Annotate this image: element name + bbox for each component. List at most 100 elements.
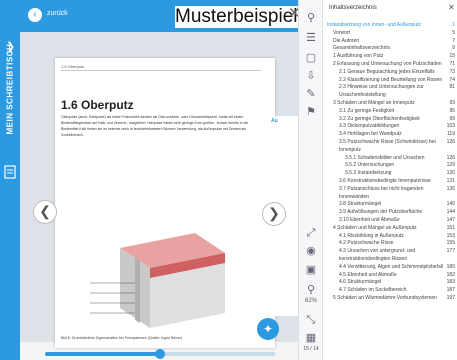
back-label[interactable]: zurück [47, 10, 68, 17]
toc-item[interactable]: 4.6 Strukturmängel 183 [323, 279, 457, 287]
toc-item-page: 119 [447, 131, 455, 138]
toc-item[interactable]: Innenwänden [323, 194, 457, 202]
toc-item[interactable]: 4 Schäden und Mängel an Außenputz 151 [323, 225, 457, 233]
sidebar-label[interactable]: MEIN SCHREIBTISCH [6, 44, 15, 135]
toc-item-page: 140 [446, 201, 455, 208]
toc-item[interactable]: Innenputz [323, 147, 457, 155]
section-body: Oberputze (auch: Edelputze) als letzte P… [61, 115, 249, 137]
toc-item-page: 129 [446, 162, 455, 169]
toc-item-page: 147 [446, 216, 455, 223]
toc-item[interactable]: 2.3 Hinweise und Untersuchungen zur 81 [323, 84, 457, 92]
toc-item[interactable]: 3.4 Hohllagen bei Wandputz 119 [323, 131, 457, 139]
back-button[interactable]: ‹ [28, 8, 42, 22]
toc-item[interactable]: Ursachenfeststellung [323, 92, 457, 100]
toc-item[interactable]: 3.2 Zu geringe Oberflächenfestigkeit 99 [323, 116, 457, 124]
fit-width-icon[interactable]: ⤡ [303, 312, 319, 328]
page-slider-knob[interactable] [155, 349, 165, 359]
toc-item-page: 81 [449, 84, 455, 91]
toc-item[interactable]: 4.1 Rissbildung in Außenputz 153 [323, 233, 457, 241]
fit-page-icon[interactable]: ▣ [303, 262, 319, 278]
toc-item-page: 187 [446, 287, 455, 294]
toc-item-label: 3.9 Aufwölbungen der Putzoberfläche [339, 209, 423, 216]
toc-item[interactable]: 3.6 Konstruktionsbedingte Innenputzrisse… [323, 178, 457, 186]
toc-item-page: 99 [449, 115, 455, 122]
toc-item[interactable]: 3.7 Putzanschluss bei nicht tragenden 136 [323, 186, 457, 194]
toc-item[interactable]: 2.2 Klassifizierung und Beurteilung von … [323, 77, 457, 85]
toc-item-page: 126 [446, 154, 455, 161]
toc-item[interactable]: 4.5 Ebenheit und Abmaße 182 [323, 272, 457, 280]
toc-item-page: 7 [452, 37, 455, 44]
toc-item[interactable]: Die Autoren 7 [323, 38, 457, 46]
toc-item-label: 4.3 Ursachen von untergrund- und [339, 248, 416, 255]
toc-item[interactable]: Vorwort 5 [323, 30, 457, 38]
search-icon[interactable]: ⚲ [303, 10, 319, 26]
toc-item-page: 71 [449, 60, 455, 67]
page-slider[interactable] [45, 349, 275, 359]
notes-icon[interactable]: ▢ [303, 50, 319, 66]
page-counter: 15 / 14 [303, 346, 319, 352]
toc-item-label: 3.5 Putzschwache Risse (Schwindrisse) be… [339, 138, 436, 145]
toc-item-page: 151 [446, 224, 455, 231]
toc-item[interactable]: 4.3 Ursachen von untergrund- und 177 [323, 248, 457, 256]
toc-item-label: 3.4 Hohllagen bei Wandputz [339, 131, 402, 138]
expand-fab-button[interactable]: ✦ [257, 318, 279, 340]
toc-item-page: 197 [446, 294, 455, 301]
sidebar: ❯ MEIN SCHREIBTISCH [0, 0, 20, 360]
toc-item[interactable]: 5 Schäden an Wärmedämm-Verbundsystemen 19… [323, 295, 457, 303]
bookmark-icon[interactable]: ⚑ [303, 104, 319, 120]
toc-item[interactable]: konstruktionsbedingten Rissen [323, 256, 457, 264]
toc-item-page: 177 [446, 248, 455, 255]
toc-item-label: 3.7 Putzanschluss bei nicht tragenden [339, 185, 424, 192]
download-icon[interactable]: ⇩ [303, 68, 319, 84]
toc-item-label: Instandsetzung von Innen- und Außenputz [327, 22, 421, 28]
toc-item-page: 131 [446, 177, 455, 184]
toc-item[interactable]: 3.8 Strukturmängel 140 [323, 201, 457, 209]
toc-item[interactable]: 2 Erfassung und Untersuchung von Putzsch… [323, 61, 457, 69]
figure-caption: Bild 8: Grundsätzliche Eigenschaften bei… [61, 336, 183, 340]
document-icon[interactable] [4, 165, 16, 179]
toc-item[interactable]: 4.7 Schäden im Sockelbereich 187 [323, 287, 457, 295]
toc-item-label: 3.5.1 Schadensbilder und Ursachen [345, 154, 425, 161]
fullscreen-icon[interactable]: ⤢ [303, 225, 319, 241]
toc-item-label: 4.7 Schäden im Sockelbereich [339, 287, 407, 294]
toc-item-label: 3.3 Dickenputzabbildungen [339, 123, 400, 130]
toc-item-page: 182 [446, 271, 455, 278]
toc-item[interactable]: 3.3 Dickenputzabbildungen 103 [323, 123, 457, 131]
toc-title: Inhaltsverzeichnis [329, 5, 377, 11]
toc-item[interactable]: 3.10 Ebenheit und Abmaße 147 [323, 217, 457, 225]
toc-item-page: 74 [449, 76, 455, 83]
toc-item[interactable]: 3.5.1 Schadensbilder und Ursachen 126 [323, 155, 457, 163]
next-page-button[interactable]: ❯ [262, 202, 286, 226]
menu-icon[interactable]: ☰ [303, 30, 319, 46]
toc-item[interactable]: 3 Schäden und Mängel an Innenputz 93 [323, 100, 457, 108]
previous-page-button[interactable]: ❮ [33, 200, 57, 224]
toc-item[interactable]: 3.5.3 Instandsetzung 130 [323, 170, 457, 178]
toc-item[interactable]: 3.1 Zu geringe Festigkeit 95 [323, 108, 457, 116]
toc-item-label: 4.5 Ebenheit und Abmaße [339, 271, 397, 278]
toc-item-label: Die Autoren [333, 37, 360, 44]
toc-item[interactable]: Gesamtinhaltsverzeichnis 9 [323, 45, 457, 53]
toc-item[interactable]: 3.5 Putzschwache Risse (Schwindrisse) be… [323, 139, 457, 147]
clip-icon[interactable]: ✎ [303, 86, 319, 102]
toc-item-label: konstruktionsbedingten Rissen [339, 255, 408, 262]
toc-item[interactable]: 3.5.2 Untersuchungen 129 [323, 162, 457, 170]
toc-item-label: Vorwort [333, 29, 350, 36]
toc-item-label: 4.4 Verwitterung, Algen und Schimmelpilz… [339, 263, 443, 270]
page-slider-fill [45, 352, 160, 356]
toc-item[interactable]: 4.2 Putzschwache Risse 155 [323, 240, 457, 248]
toc-item-label: 1 Ausführung von Putz [333, 53, 384, 60]
toc-close-icon[interactable]: ✕ [448, 3, 455, 12]
toc-item[interactable]: 3.9 Aufwölbungen der Putzoberfläche 144 [323, 209, 457, 217]
grid-icon[interactable]: ▦ [303, 330, 319, 346]
toc-item-page: 95 [449, 107, 455, 114]
toc-item[interactable]: Instandsetzung von Innen- und Außenputz 1 [323, 22, 457, 30]
zoom-icon[interactable]: ⚲ [303, 282, 319, 298]
eye-icon[interactable]: ◉ [303, 243, 319, 259]
toc-item[interactable]: 2.1 Genaue Begutachtung jedes Einzelfall… [323, 69, 457, 77]
toc-item[interactable]: 1 Ausführung von Putz 15 [323, 53, 457, 61]
toc-item[interactable]: 4.4 Verwitterung, Algen und Schimmelpilz… [323, 264, 457, 272]
toc-item-label: 4.6 Strukturmängel [339, 279, 382, 286]
toc-item-page: 126 [446, 138, 455, 145]
toc-item-label: 3.8 Strukturmängel [339, 201, 382, 208]
toc-item-page: 9 [452, 45, 455, 52]
